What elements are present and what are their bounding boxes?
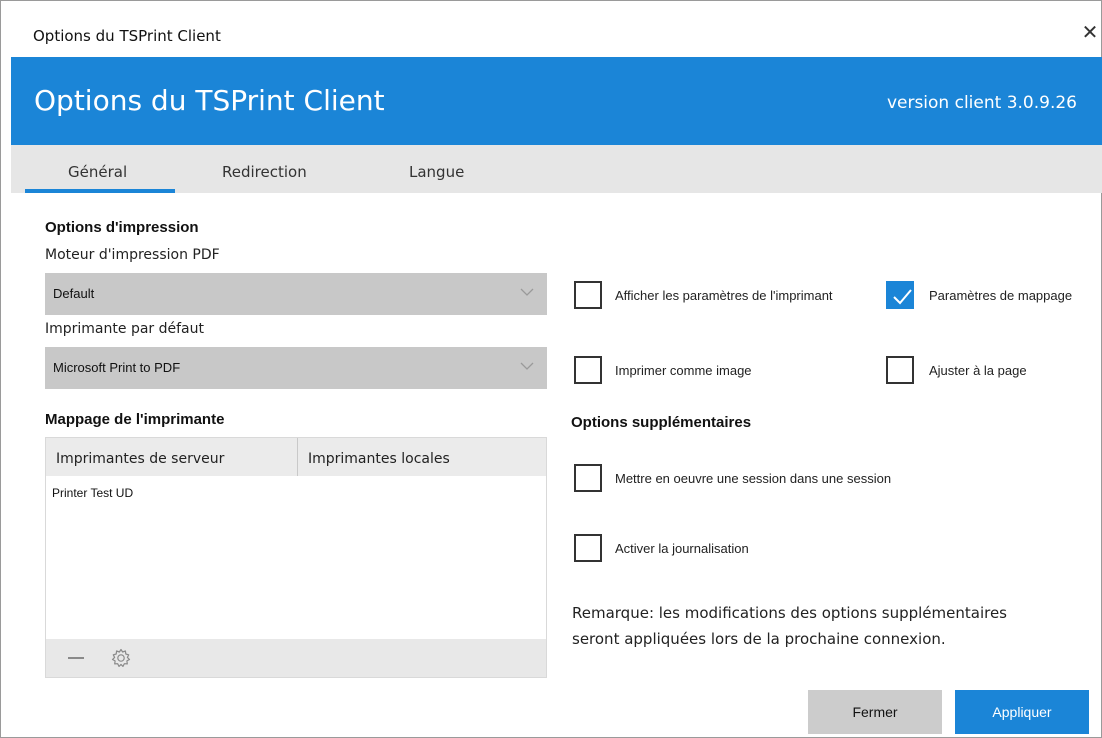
restart-note: Remarque: les modifications des options …: [572, 604, 1007, 648]
tab-redirection[interactable]: Redirection: [222, 163, 307, 181]
pdf-engine-select[interactable]: Default: [45, 273, 547, 315]
default-printer-label: Imprimante par défaut: [45, 321, 204, 337]
active-tab-indicator: [25, 189, 175, 193]
banner-title: Options du TSPrint Client: [34, 84, 385, 117]
table-row[interactable]: Printer Test UD: [52, 486, 133, 500]
checkmark-icon: [893, 289, 912, 305]
print-as-image-label: Imprimer comme image: [615, 363, 752, 378]
apply-button[interactable]: Appliquer: [955, 690, 1089, 734]
tab-language[interactable]: Langue: [409, 163, 464, 181]
print-options-heading: Options d'impression: [45, 219, 199, 236]
session-in-session-checkbox[interactable]: [574, 464, 602, 492]
header-banner: Options du TSPrint Client version client…: [11, 57, 1102, 145]
show-printer-settings-label: Afficher les paramètres de l'imprimant: [615, 288, 833, 303]
mapping-settings-label: Paramètres de mappage: [929, 288, 1073, 303]
enable-logging-label: Activer la journalisation: [615, 541, 749, 556]
close-button[interactable]: Fermer: [808, 690, 942, 734]
extra-options-heading: Options supplémentaires: [571, 414, 752, 431]
mapping-heading: Mappage de l'imprimante: [45, 411, 225, 428]
gear-icon[interactable]: [110, 647, 132, 669]
minus-icon[interactable]: [68, 657, 84, 659]
table-toolbar: [46, 639, 546, 677]
pdf-engine-value: Default: [53, 286, 95, 301]
print-as-image-checkbox[interactable]: [574, 356, 602, 384]
tab-bar: Général Redirection Langue: [11, 145, 1102, 193]
fit-to-page-label: Ajuster à la page: [929, 363, 1027, 378]
column-divider[interactable]: [297, 438, 298, 476]
column-header-local[interactable]: Imprimantes locales: [308, 451, 450, 467]
fit-to-page-checkbox[interactable]: [886, 356, 914, 384]
title-bar: Options du TSPrint Client ✕: [1, 1, 1101, 57]
session-in-session-label: Mettre en oeuvre une session dans une se…: [615, 471, 892, 486]
mapping-settings-checkbox[interactable]: [886, 281, 914, 309]
default-printer-select[interactable]: Microsoft Print to PDF: [45, 347, 547, 389]
default-printer-value: Microsoft Print to PDF: [53, 360, 181, 375]
table-header: Imprimantes de serveur Imprimantes local…: [46, 438, 546, 476]
pdf-engine-label: Moteur d'impression PDF: [45, 247, 220, 263]
tab-general[interactable]: Général: [68, 163, 127, 181]
close-icon[interactable]: ✕: [1079, 21, 1101, 43]
enable-logging-checkbox[interactable]: [574, 534, 602, 562]
window-title: Options du TSPrint Client: [33, 27, 221, 45]
show-printer-settings-checkbox[interactable]: [574, 281, 602, 309]
column-header-server[interactable]: Imprimantes de serveur: [56, 451, 224, 467]
chevron-down-icon: [520, 362, 534, 370]
options-dialog: Options du TSPrint Client ✕ Options du T…: [0, 0, 1102, 738]
chevron-down-icon: [520, 288, 534, 296]
printer-mapping-table: Imprimantes de serveur Imprimantes local…: [45, 437, 547, 678]
version-label: version client 3.0.9.26: [886, 93, 1077, 113]
